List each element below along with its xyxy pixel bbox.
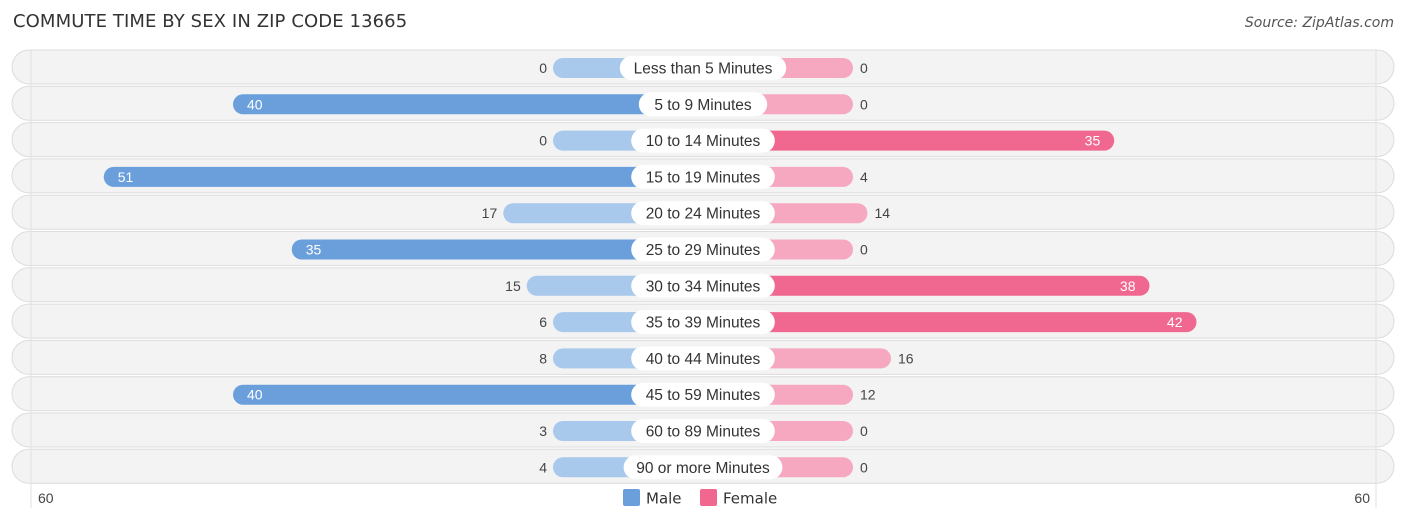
female-value-label: 16 [898,350,914,366]
male-value-label: 15 [505,278,521,294]
chart-row: 10 to 14 Minutes 0 35 [11,122,1395,158]
category-label: 40 to 44 Minutes [646,351,761,368]
chart-row: 25 to 29 Minutes 35 0 [11,231,1395,266]
male-value-label: 4 [539,459,547,475]
category-label: 35 to 39 Minutes [646,315,761,332]
chart-row: 20 to 24 Minutes 17 14 [11,194,1395,230]
chart-row: 15 to 19 Minutes 51 4 [11,158,1395,194]
female-value-label: 0 [860,242,868,258]
female-value-label: 14 [875,205,891,221]
female-value-label: 0 [860,459,868,475]
category-label: 25 to 29 Minutes [646,242,761,259]
female-value-label: 42 [1167,314,1183,330]
female-value-label: 0 [860,423,868,439]
chart-row: 35 to 39 Minutes 6 42 [11,303,1395,339]
female-value-label: 35 [1085,133,1101,149]
legend-label-male: Male [646,490,682,508]
male-value-label: 40 [247,387,263,403]
male-value-label: 40 [247,96,263,112]
chart-row: 5 to 9 Minutes 40 0 [11,85,1395,121]
female-value-label: 4 [860,169,868,185]
male-value-label: 3 [539,423,547,439]
chart-row: 30 to 34 Minutes 15 38 [11,267,1395,303]
category-label: 10 to 14 Minutes [646,133,761,150]
legend-swatch-female [700,489,717,506]
commute-chart: Less than 5 Minutes0 05 to 9 Minutes40 010… [11,49,1395,508]
category-label: 60 to 89 Minutes [646,424,761,441]
female-bar[interactable] [703,312,1197,333]
male-value-label: 0 [539,133,547,149]
chart-row: 40 to 44 Minutes 8 16 [11,339,1395,375]
female-value-label: 0 [860,60,868,76]
chart-row: 60 to 89 Minutes 3 0 [11,412,1395,448]
category-label: 5 to 9 Minutes [654,97,752,114]
male-bar[interactable] [103,166,703,187]
category-label: 15 to 19 Minutes [646,169,761,186]
female-value-label: 0 [860,96,868,112]
chart-row: 90 or more Minutes 4 0 [11,448,1395,484]
male-value-label: 8 [539,350,547,366]
legend-label-female: Female [723,490,777,508]
category-label: Less than 5 Minutes [634,61,773,78]
chart-row: Less than 5 Minutes 0 0 [11,49,1395,85]
male-value-label: 35 [306,242,322,258]
male-value-label: 6 [539,314,547,330]
legend-item-female[interactable]: Female [700,489,777,508]
legend-item-male[interactable]: Male [623,489,682,508]
female-value-label: 38 [1120,278,1136,294]
axis-left-label: 60 [38,490,54,506]
category-label: 90 or more Minutes [636,460,770,477]
category-label: 20 to 24 Minutes [646,206,761,223]
female-value-label: 12 [860,387,876,403]
male-bar[interactable] [233,94,703,115]
chart-row: 45 to 59 Minutes 40 12 [11,376,1395,412]
male-value-label: 51 [118,169,134,185]
male-value-label: 17 [482,205,498,221]
legend-swatch-male [623,489,640,506]
category-label: 30 to 34 Minutes [646,278,761,295]
axis-right-label: 60 [1354,490,1370,506]
category-label: 45 to 59 Minutes [646,387,761,404]
male-value-label: 0 [539,60,547,76]
